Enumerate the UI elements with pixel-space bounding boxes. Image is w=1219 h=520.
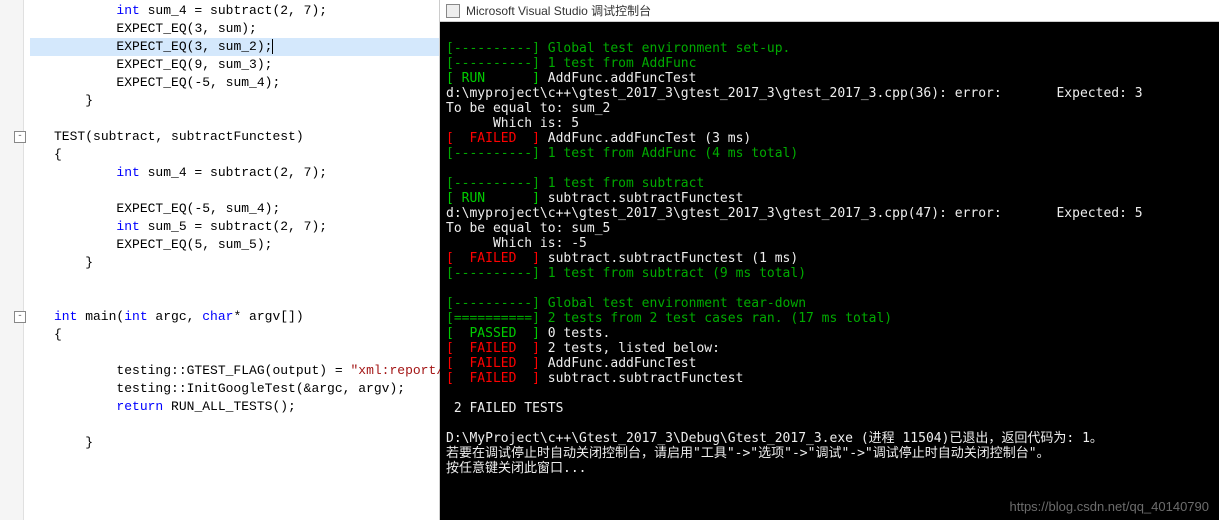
failed-tag: [ FAILED ] [446,371,540,386]
test-name: AddFunc.addFuncTest [540,71,697,86]
passed-tag: [ PASSED ] [446,326,540,341]
error-line: d:\myproject\c++\gtest_2017_3\gtest_2017… [446,86,1143,101]
code-line[interactable]: testing::GTEST_FLAG(output) = "xml:repor… [30,362,439,380]
code-line[interactable] [30,182,439,200]
failed-summary: 2 tests, listed below: [540,341,720,356]
code-line[interactable] [30,416,439,434]
error-line: Which is: 5 [446,116,579,131]
code-line[interactable] [30,110,439,128]
watermark: https://blog.csdn.net/qq_40140790 [1010,499,1210,514]
editor-gutter [0,0,24,520]
code-line[interactable]: int sum_4 = subtract(2, 7); [30,164,439,182]
failed-tag: [ FAILED ] [446,251,540,266]
error-line: d:\myproject\c++\gtest_2017_3\gtest_2017… [446,206,1143,221]
hint-line: 若要在调试停止时自动关闭控制台，请启用"工具"->"选项"->"调试"->"调试… [446,446,1050,461]
code-line[interactable]: } [30,92,439,110]
code-line[interactable] [30,290,439,308]
sep-line: [----------] 1 test from AddFunc [446,56,696,71]
error-line: Which is: -5 [446,236,587,251]
console-output[interactable]: [----------] Global test environment set… [440,22,1219,520]
failed-tag: [ FAILED ] [446,131,540,146]
code-area[interactable]: int sum_4 = subtract(2, 7); EXPECT_EQ(3,… [0,0,439,452]
console-titlebar[interactable]: Microsoft Visual Studio 调试控制台 [440,0,1219,22]
app-icon [446,4,460,18]
test-name: subtract.subtractFunctest [540,191,744,206]
run-tag: [ RUN ] [446,191,540,206]
prompt-line: 按任意键关闭此窗口... [446,461,586,476]
code-line[interactable]: TEST(subtract, subtractFunctest) [30,128,439,146]
code-line[interactable]: int sum_4 = subtract(2, 7); [30,2,439,20]
sep-line: [----------] Global test environment set… [446,41,790,56]
code-line[interactable]: { [30,146,439,164]
code-line[interactable]: int main(int argc, char* argv[]) [30,308,439,326]
code-line[interactable]: return RUN_ALL_TESTS(); [30,398,439,416]
test-result: AddFunc.addFuncTest (3 ms) [540,131,751,146]
code-line[interactable]: EXPECT_EQ(5, sum_5); [30,236,439,254]
test-result: subtract.subtractFunctest (1 ms) [540,251,798,266]
code-line[interactable]: EXPECT_EQ(-5, sum_4); [30,200,439,218]
code-editor[interactable]: int sum_4 = subtract(2, 7); EXPECT_EQ(3,… [0,0,440,520]
failed-test: subtract.subtractFunctest [540,371,744,386]
code-line[interactable]: } [30,434,439,452]
failed-test: AddFunc.addFuncTest [540,356,697,371]
sep-line: [----------] 1 test from AddFunc (4 ms t… [446,146,798,161]
console-window: Microsoft Visual Studio 调试控制台 [---------… [440,0,1219,520]
sep-line: [----------] 1 test from subtract [446,176,704,191]
failed-tag: [ FAILED ] [446,341,540,356]
fold-toggle[interactable]: - [14,131,26,143]
sep-line: [----------] Global test environment tea… [446,296,806,311]
code-line[interactable]: EXPECT_EQ(-5, sum_4); [30,74,439,92]
code-line[interactable]: EXPECT_EQ(3, sum); [30,20,439,38]
code-line[interactable]: testing::InitGoogleTest(&argc, argv); [30,380,439,398]
code-line[interactable]: EXPECT_EQ(9, sum_3); [30,56,439,74]
sep-line: [----------] 1 test from subtract (9 ms … [446,266,806,281]
sep-total: [==========] 2 tests from 2 test cases r… [446,311,892,326]
exit-line: D:\MyProject\c++\Gtest_2017_3\Debug\Gtes… [446,431,1103,446]
code-line[interactable]: { [30,326,439,344]
code-line[interactable] [30,272,439,290]
fold-toggle[interactable]: - [14,311,26,323]
code-line[interactable]: int sum_5 = subtract(2, 7); [30,218,439,236]
failed-total: 2 FAILED TESTS [446,401,563,416]
failed-tag: [ FAILED ] [446,356,540,371]
code-line[interactable] [30,344,439,362]
console-title: Microsoft Visual Studio 调试控制台 [466,2,651,19]
code-line[interactable]: } [30,254,439,272]
code-line[interactable]: EXPECT_EQ(3, sum_2); [30,38,439,56]
error-line: To be equal to: sum_2 [446,101,610,116]
run-tag: [ RUN ] [446,71,540,86]
passed-count: 0 tests. [540,326,610,341]
error-line: To be equal to: sum_5 [446,221,610,236]
